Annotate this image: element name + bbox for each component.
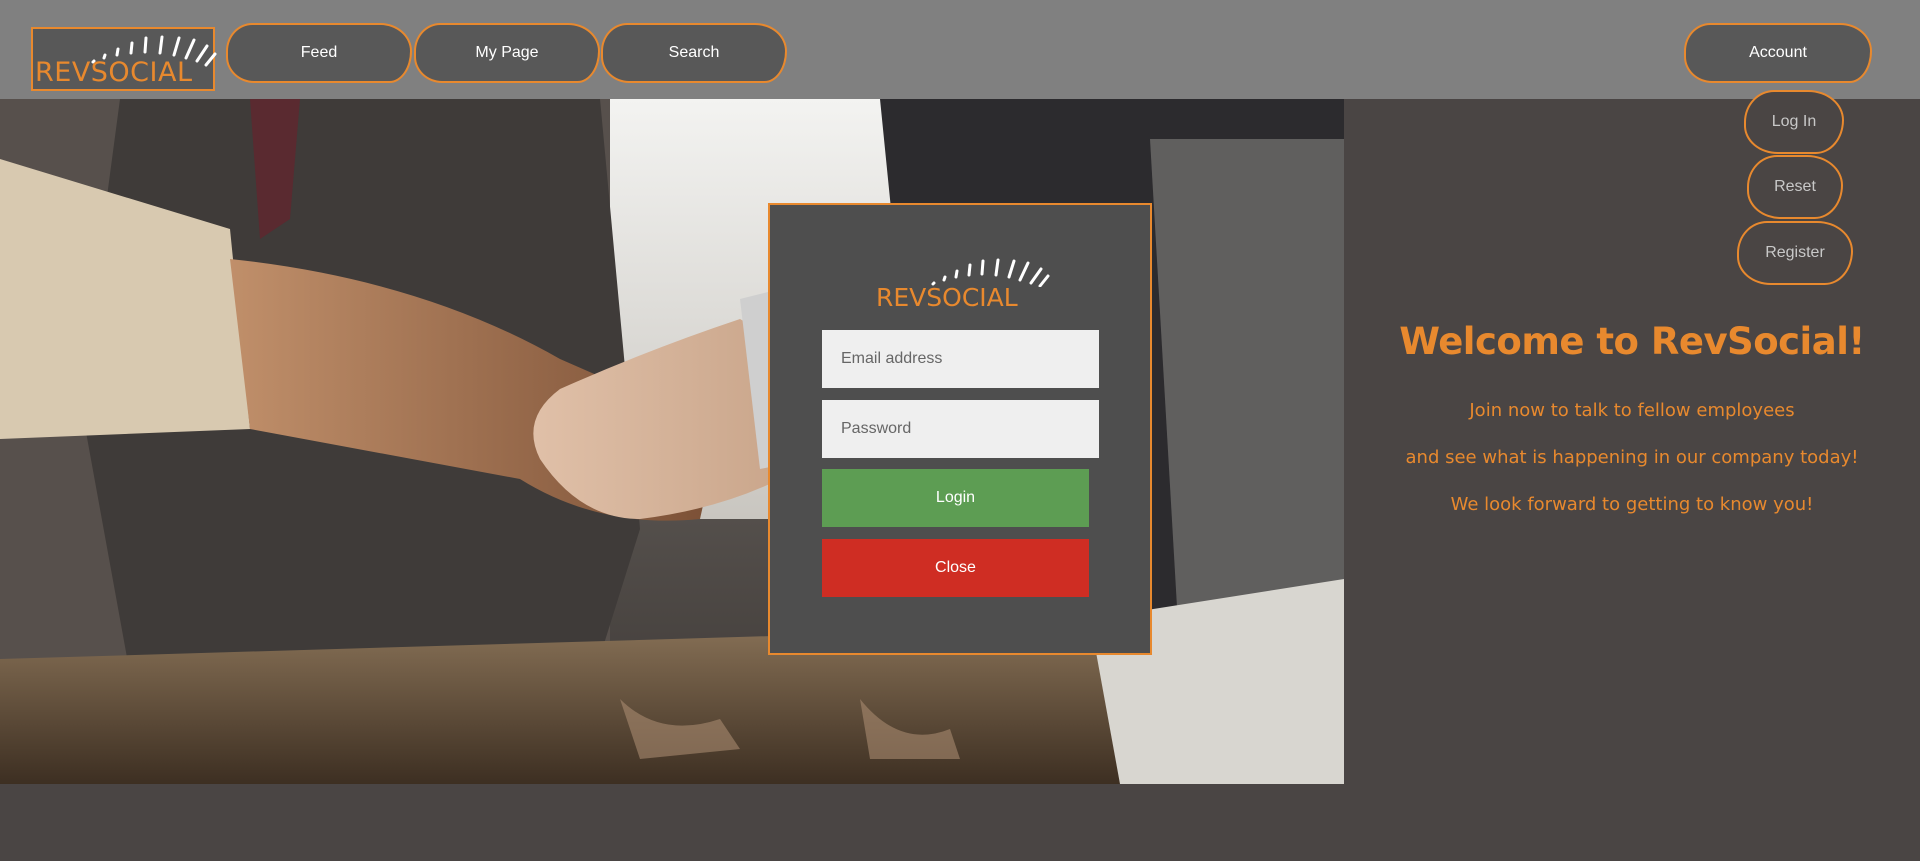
close-button[interactable]: Close [822, 539, 1089, 597]
welcome-lines: Join now to talk to fellow employees and… [1344, 387, 1920, 528]
welcome-line: We look forward to getting to know you! [1450, 494, 1814, 515]
nav-search-button[interactable]: Search [601, 23, 787, 83]
welcome-line: and see what is happening in our company… [1405, 447, 1859, 468]
account-button[interactable]: Account [1684, 23, 1872, 83]
password-input[interactable] [822, 400, 1099, 458]
welcome-section: Welcome to RevSocial! Join now to talk t… [1344, 320, 1920, 528]
nav-feed-button[interactable]: Feed [226, 23, 412, 83]
menu-register-button[interactable]: Register [1737, 221, 1853, 285]
email-input[interactable] [822, 330, 1099, 388]
welcome-line: Join now to talk to fellow employees [1469, 400, 1795, 421]
modal-logo: REVSOCIAL [876, 255, 1056, 315]
modal-logo-text: REVSOCIAL [876, 283, 1018, 312]
welcome-title: Welcome to RevSocial! [1399, 320, 1865, 363]
logo-text: REVSOCIAL [35, 57, 193, 88]
login-modal: REVSOCIAL Login Close [768, 203, 1152, 655]
nav-my-page-button[interactable]: My Page [414, 23, 600, 83]
top-navbar: REVSOCIAL Feed My Page Search Account [0, 0, 1920, 99]
login-button[interactable]: Login [822, 469, 1089, 527]
revsocial-logo[interactable]: REVSOCIAL [31, 27, 217, 91]
menu-reset-button[interactable]: Reset [1747, 155, 1843, 219]
menu-login-button[interactable]: Log In [1744, 90, 1844, 154]
